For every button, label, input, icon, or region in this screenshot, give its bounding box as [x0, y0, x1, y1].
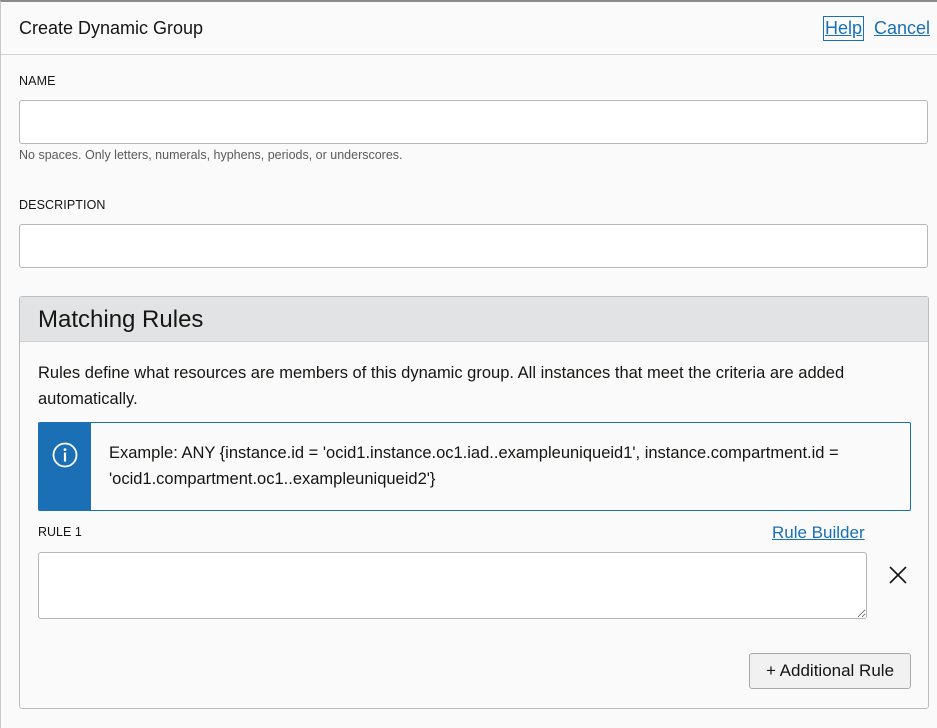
info-strip — [39, 423, 91, 510]
help-link[interactable]: Help — [822, 16, 865, 41]
rule-1-label: RULE 1 — [38, 525, 82, 539]
close-icon[interactable] — [886, 563, 910, 587]
example-info-box: Example: ANY {instance.id = 'ocid1.insta… — [38, 422, 911, 511]
panel-header: Create Dynamic Group Help Cancel — [1, 2, 937, 55]
matching-rules-title: Matching Rules — [38, 306, 204, 333]
rule-1-textarea[interactable] — [38, 552, 867, 619]
name-label: NAME — [19, 74, 56, 88]
page-title: Create Dynamic Group — [19, 18, 204, 38]
name-input[interactable] — [19, 100, 928, 144]
info-circle-icon — [52, 442, 78, 468]
matching-rules-description: Rules define what resources are members … — [38, 364, 845, 408]
description-input[interactable] — [19, 224, 928, 268]
example-text: Example: ANY {instance.id = 'ocid1.insta… — [109, 444, 839, 488]
create-dynamic-group-panel: Create Dynamic Group Help Cancel NAME No… — [0, 0, 937, 728]
name-hint: No spaces. Only letters, numerals, hyphe… — [19, 148, 403, 162]
matching-rules-header: Matching Rules — [20, 297, 928, 342]
cancel-link[interactable]: Cancel — [874, 18, 930, 39]
rule-builder-link[interactable]: Rule Builder — [772, 523, 865, 543]
matching-rules-section: Matching Rules Rules define what resourc… — [19, 296, 929, 709]
additional-rule-button[interactable]: + Additional Rule — [749, 653, 911, 689]
description-label: DESCRIPTION — [19, 198, 106, 212]
